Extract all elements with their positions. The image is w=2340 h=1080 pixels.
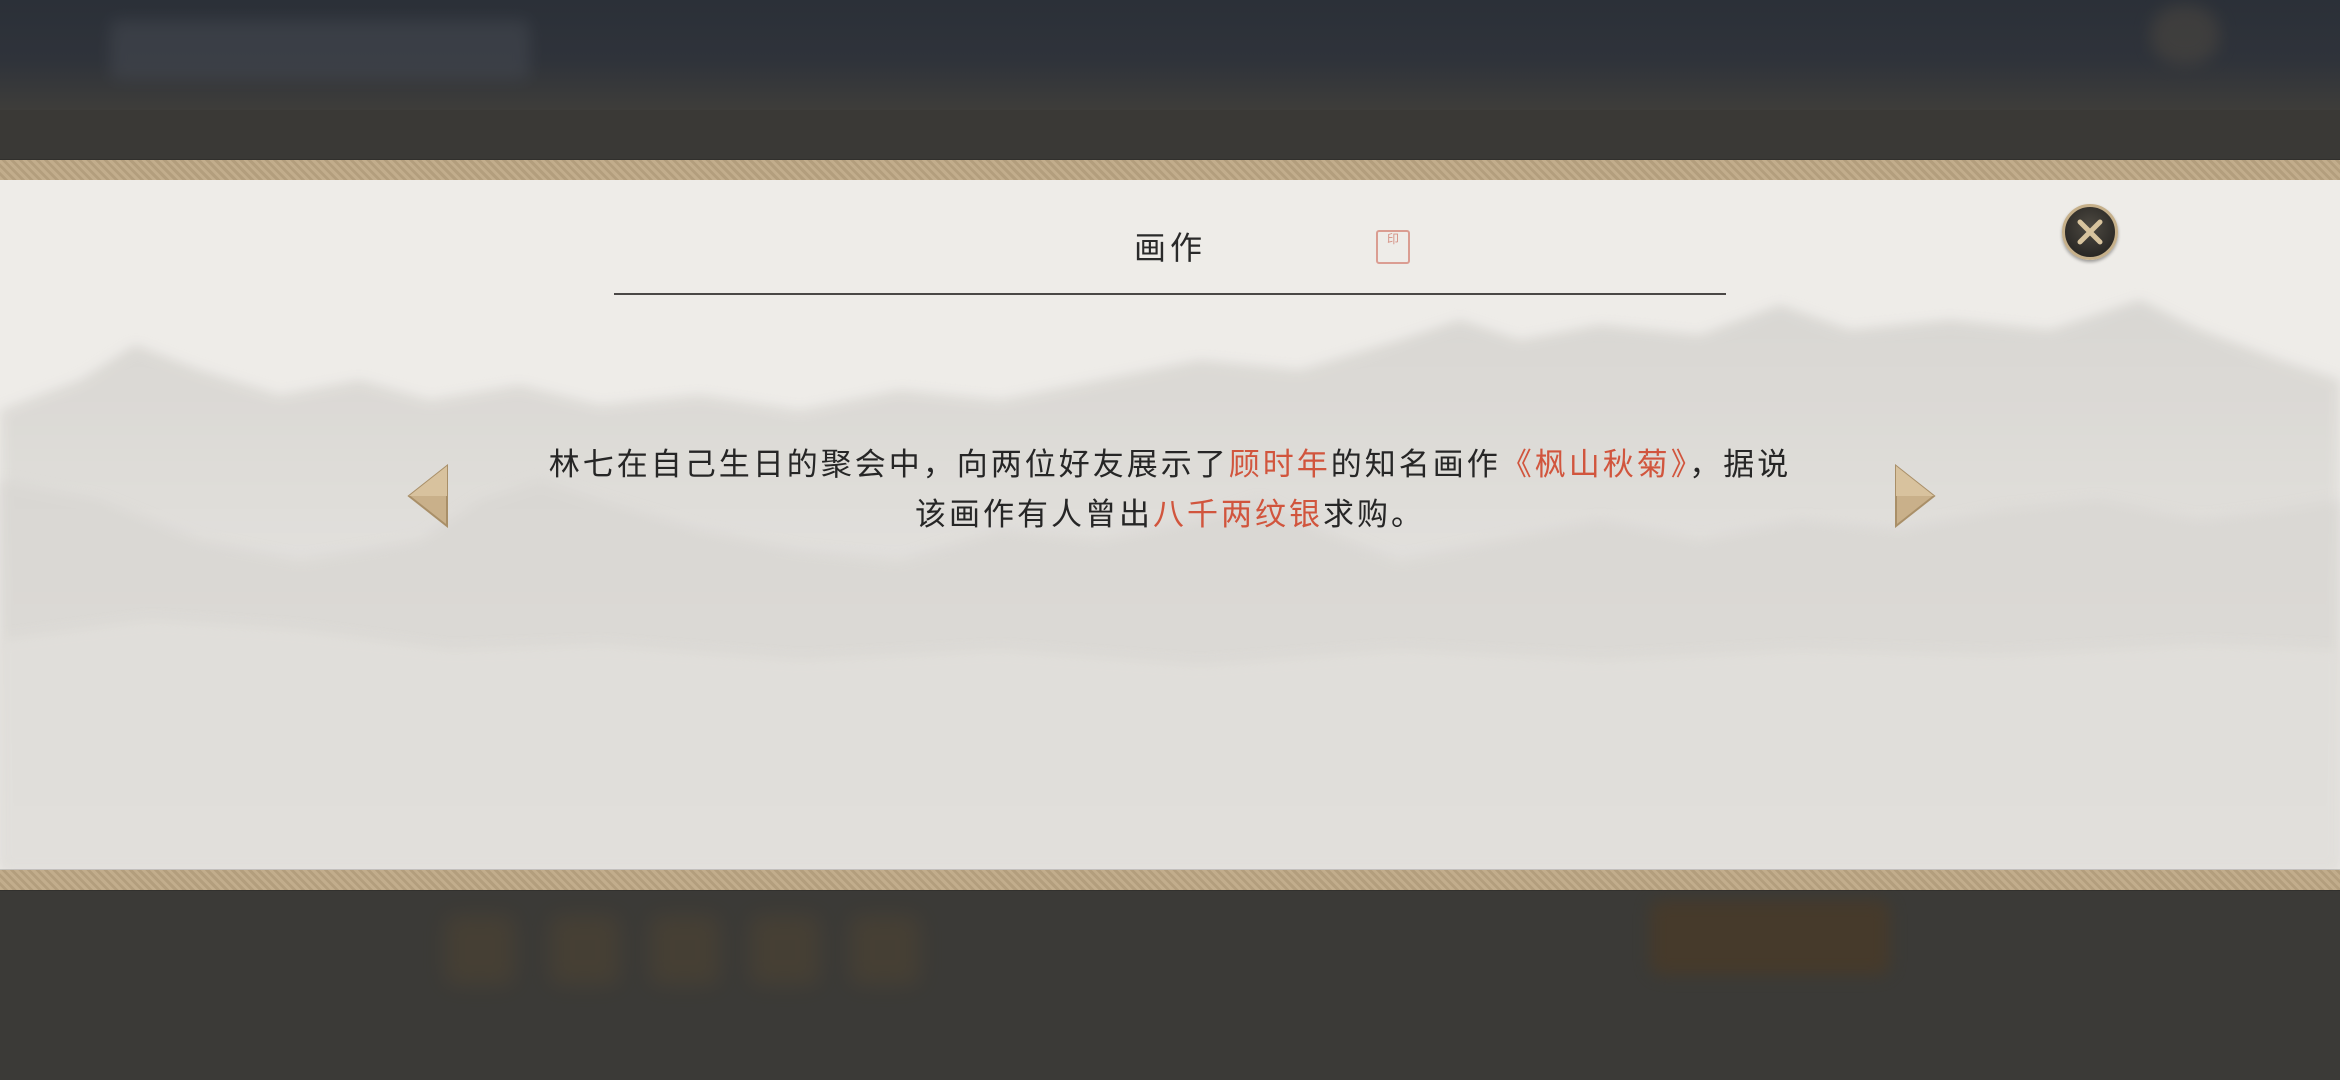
scroll-border-top: [0, 160, 2340, 180]
close-icon: [2077, 219, 2103, 245]
background-slot: [550, 915, 620, 985]
description-text: 林七在自己生日的聚会中，向两位好友展示了顾时年的知名画作《枫山秋菊》，据说该画作…: [540, 440, 1800, 540]
background-blurred-avatar: [2150, 5, 2220, 65]
background-top-bar: [0, 0, 2340, 110]
background-slot: [850, 915, 920, 985]
background-slot: [650, 915, 720, 985]
seal-stamp-icon: 印: [1376, 230, 1410, 264]
scroll-border-bottom: [0, 870, 2340, 890]
highlight-painting-title: 《枫山秋菊》: [1500, 447, 1690, 483]
close-button[interactable]: [2062, 204, 2118, 260]
highlight-painter-name: 顾时年: [1228, 447, 1331, 483]
background-slot: [750, 915, 820, 985]
description-part: 的知名画作: [1330, 447, 1501, 483]
description-part: 林七在自己生日的聚会中，向两位好友展示了: [548, 447, 1229, 483]
highlight-price: 八千两纹银: [1153, 497, 1323, 533]
background-slot: [445, 915, 515, 985]
dialog-title: 画作: [1133, 229, 1206, 267]
background-blurred-header: [110, 20, 530, 80]
background-bottom-bar: [0, 890, 2340, 1080]
title-divider: [614, 293, 1726, 295]
next-page-button[interactable]: [1894, 464, 1938, 528]
background-blurred-button: [1650, 900, 1890, 975]
prev-page-button[interactable]: [405, 464, 449, 528]
description-part: 求购。: [1323, 497, 1425, 533]
